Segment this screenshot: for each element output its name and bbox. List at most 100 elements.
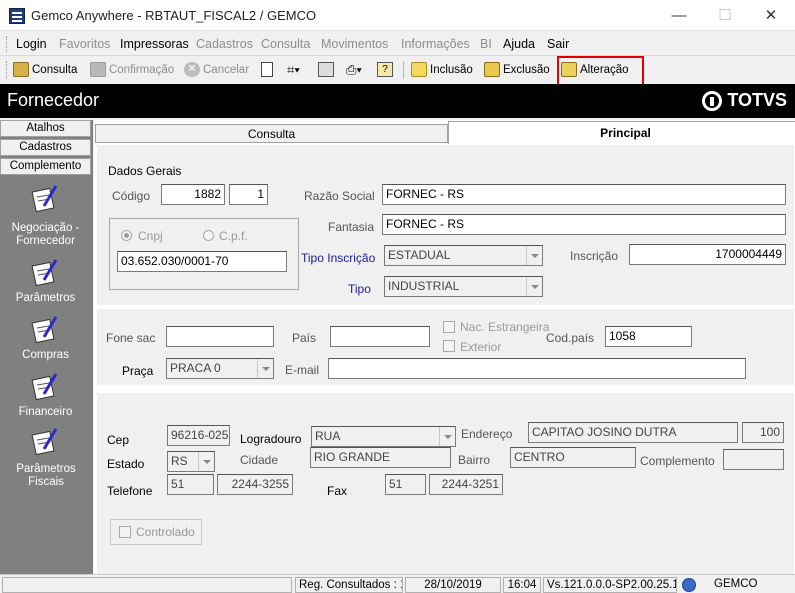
- cpf-radio[interactable]: [203, 230, 214, 241]
- cod-pais-field[interactable]: 1058: [605, 326, 692, 347]
- new-document-icon[interactable]: [261, 62, 273, 77]
- consulta-button[interactable]: Consulta: [13, 62, 77, 77]
- printer-icon[interactable]: ⎙▾: [346, 62, 362, 78]
- menu-sair[interactable]: Sair: [547, 37, 569, 51]
- sidebar-item-parametros[interactable]: Parâmetros: [0, 292, 91, 305]
- tipo-select[interactable]: INDUSTRIAL: [384, 276, 543, 297]
- telefone-field[interactable]: 2244-3255: [217, 474, 293, 495]
- chevron-down-icon[interactable]: [526, 277, 542, 296]
- praca-label: Praça: [122, 364, 154, 378]
- menu-consulta[interactable]: Consulta: [261, 37, 310, 51]
- bairro-field[interactable]: CENTRO: [510, 447, 636, 468]
- notepad-pencil-icon[interactable]: [30, 315, 62, 343]
- status-time: 16:04: [503, 577, 541, 593]
- menu-ajuda[interactable]: Ajuda: [503, 37, 535, 51]
- minimize-button[interactable]: —: [656, 0, 702, 31]
- logradouro-select[interactable]: RUA: [311, 426, 456, 447]
- inscricao-label: Inscrição: [570, 249, 619, 263]
- maximize-button[interactable]: ☐: [702, 0, 748, 31]
- fax-label: Fax: [327, 484, 348, 498]
- consulta-label: Consulta: [32, 63, 78, 76]
- menu-movimentos[interactable]: Movimentos: [321, 37, 388, 51]
- notepad-pencil-icon[interactable]: [30, 372, 62, 400]
- complemento-label: Complemento: [640, 454, 715, 468]
- help-icon[interactable]: ?: [377, 62, 393, 77]
- menu-cadastros[interactable]: Cadastros: [196, 37, 253, 51]
- nac-estrangeira-checkbox[interactable]: [443, 321, 455, 333]
- cidade-field[interactable]: RIO GRANDE: [310, 447, 451, 468]
- exclusao-button[interactable]: Exclusão: [484, 62, 550, 77]
- menu-bi[interactable]: BI: [480, 37, 492, 51]
- totvs-logo-text: TOTVS: [727, 90, 787, 110]
- tab-principal[interactable]: Principal: [448, 121, 795, 144]
- exclusao-icon: [484, 62, 500, 77]
- cep-field[interactable]: 96216-025: [167, 425, 230, 446]
- inclusao-button[interactable]: Inclusão: [411, 62, 473, 77]
- estado-value: RS: [171, 454, 188, 468]
- razao-social-field[interactable]: FORNEC - RS: [382, 184, 786, 205]
- sidebar-item-negociacao[interactable]: Negociação - Fornecedor: [0, 222, 91, 248]
- controlado-checkbox[interactable]: [119, 526, 131, 538]
- sidebar-tab-complemento[interactable]: Complemento: [0, 158, 91, 175]
- tipo-inscricao-select[interactable]: ESTADUAL: [384, 245, 543, 266]
- exterior-checkbox[interactable]: [443, 340, 455, 352]
- inclusao-icon: [411, 62, 427, 77]
- fax-field[interactable]: 2244-3251: [429, 474, 503, 495]
- cep-label: Cep: [107, 433, 130, 447]
- fax-ddd-field[interactable]: 51: [385, 474, 426, 495]
- praca-select[interactable]: PRACA 0: [166, 358, 274, 379]
- codigo-digito-field[interactable]: 1: [229, 184, 268, 205]
- menu-impressoras[interactable]: Impressoras: [120, 37, 189, 51]
- estado-select[interactable]: RS: [167, 451, 215, 472]
- sidebar-item-compras[interactable]: Compras: [0, 349, 91, 362]
- fantasia-field[interactable]: FORNEC - RS: [382, 214, 786, 235]
- sidebar: Atalhos Cadastros Complemento Negociação…: [0, 120, 93, 574]
- menu-favoritos[interactable]: Favoritos: [59, 37, 110, 51]
- status-message: [2, 577, 292, 593]
- pais-label: País: [292, 331, 317, 345]
- tab-consulta[interactable]: Consulta: [95, 124, 448, 143]
- toolbar-separator: [403, 61, 404, 79]
- status-reg-consultados: Reg. Consultados : 1: [295, 577, 403, 593]
- binoculars-icon[interactable]: ⌗▾: [287, 62, 300, 78]
- cancelar-label: Cancelar: [203, 63, 250, 76]
- title-bar: Gemco Anywhere - RBTAUT_FISCAL2 / GEMCO …: [0, 0, 795, 31]
- numero-field[interactable]: 100: [742, 422, 784, 443]
- pais-field[interactable]: [330, 326, 430, 347]
- codigo-field[interactable]: 1882: [161, 184, 225, 205]
- chevron-down-icon[interactable]: [257, 359, 273, 378]
- confirmacao-button[interactable]: Confirmação: [90, 62, 174, 77]
- inscricao-field[interactable]: 1700004449: [629, 244, 786, 265]
- nac-estrangeira-label: Nac. Estrangeira: [460, 320, 550, 334]
- consulta-icon: [13, 62, 29, 77]
- notepad-pencil-icon[interactable]: [30, 427, 62, 455]
- endereco-field[interactable]: CAPITAO JOSINO DUTRA: [528, 422, 738, 443]
- sidebar-item-financeiro[interactable]: Financeiro: [0, 406, 91, 419]
- chevron-down-icon[interactable]: [198, 452, 214, 471]
- chevron-down-icon[interactable]: [439, 427, 455, 446]
- module-title: Fornecedor: [7, 90, 100, 110]
- notepad-pencil-icon[interactable]: [30, 184, 62, 212]
- cnpj-field[interactable]: 03.652.030/0001-70: [117, 251, 287, 272]
- menu-login[interactable]: Login: [16, 37, 47, 51]
- sidebar-tab-atalhos[interactable]: Atalhos: [0, 120, 91, 137]
- sidebar-tab-cadastros[interactable]: Cadastros: [0, 139, 91, 156]
- sidebar-item-parametros-fiscais[interactable]: Parâmetros Fiscais: [12, 463, 80, 489]
- toolbar-grip: [6, 61, 9, 79]
- totvs-logo: TOTVS: [702, 90, 787, 111]
- notepad-pencil-icon[interactable]: [30, 258, 62, 286]
- chevron-down-icon[interactable]: [526, 246, 542, 265]
- cnpj-radio[interactable]: [121, 230, 132, 241]
- menu-informacoes[interactable]: Informações: [401, 37, 470, 51]
- menu-bar: Login Favoritos Impressoras Cadastros Co…: [0, 32, 795, 56]
- logradouro-value: RUA: [315, 429, 341, 443]
- export-icon[interactable]: [318, 62, 334, 77]
- fone-sac-field[interactable]: [166, 326, 274, 347]
- close-button[interactable]: ✕: [748, 0, 794, 31]
- email-field[interactable]: [328, 358, 746, 379]
- cidade-label: Cidade: [240, 453, 279, 467]
- globe-icon: [682, 578, 696, 592]
- cancelar-button[interactable]: ✕ Cancelar: [184, 62, 249, 77]
- telefone-ddd-field[interactable]: 51: [167, 474, 214, 495]
- complemento-field[interactable]: [723, 449, 784, 470]
